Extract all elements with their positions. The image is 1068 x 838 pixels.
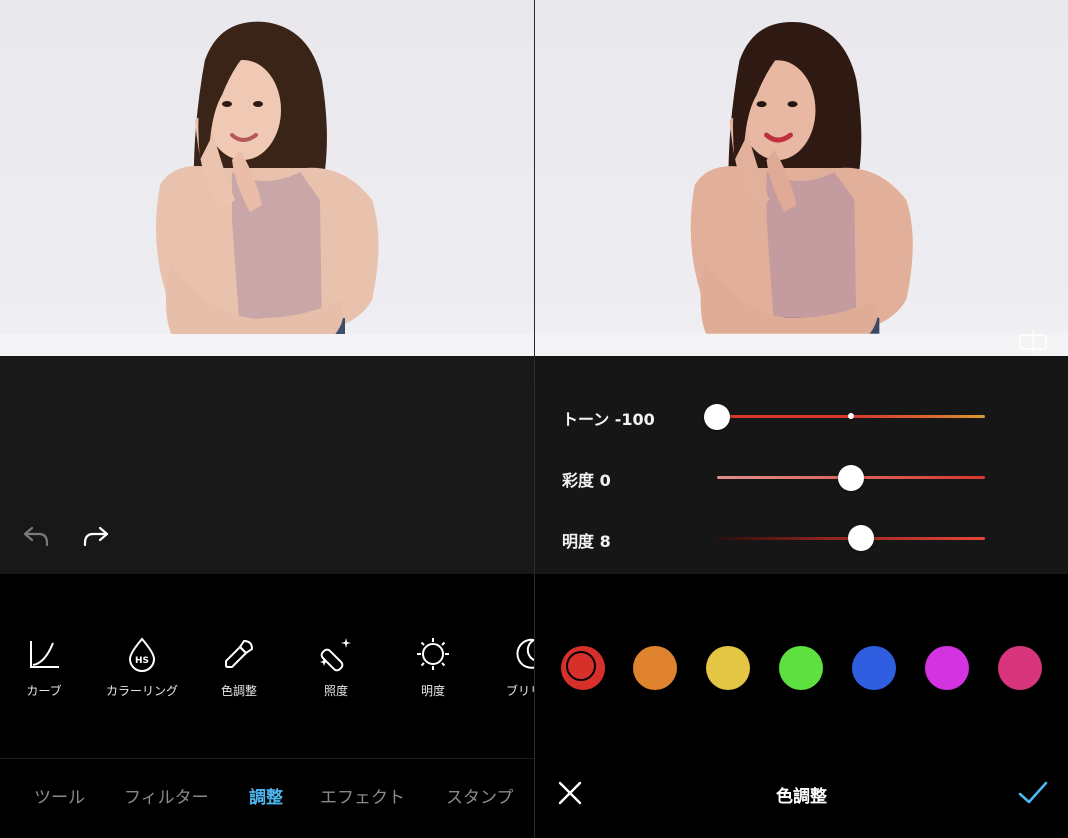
tool-label: ブリリア — [505, 684, 534, 698]
tab-effect[interactable]: エフェクト — [320, 783, 405, 808]
tab-adjust[interactable]: 調整 — [249, 783, 283, 808]
tool-label: 照度 — [323, 684, 348, 698]
tone-center-marker — [848, 413, 854, 419]
swatch-green[interactable] — [779, 646, 823, 690]
swatch-orange[interactable] — [633, 646, 677, 690]
svg-text:HS: HS — [135, 656, 149, 666]
swatch-yellow[interactable] — [706, 646, 750, 690]
undo-button[interactable] — [20, 520, 52, 552]
tool-label: カーブ — [26, 684, 62, 698]
moon-icon — [510, 634, 534, 674]
swatch-pink[interactable] — [998, 646, 1042, 690]
color-swatch-row — [535, 574, 1068, 758]
adjust-bottom-bar: 色調整 — [535, 758, 1068, 838]
category-tab-bar: ツール フィルター 調整 エフェクト スタンプ — [0, 758, 534, 838]
tab-filter[interactable]: フィルター — [124, 783, 209, 808]
saturation-label: 彩度 0 — [562, 471, 611, 490]
redo-button[interactable] — [80, 520, 112, 552]
saturation-slider-knob[interactable] — [838, 465, 864, 491]
tool-brilliance[interactable]: ブリリア — [470, 634, 534, 699]
curve-icon — [24, 634, 64, 674]
tool-label: 明度 — [420, 684, 445, 698]
photo-preview-adjusted — [535, 0, 1068, 356]
portrait-illustration — [0, 21, 534, 356]
photo-preview — [0, 0, 534, 356]
tab-tools[interactable]: ツール — [34, 783, 85, 808]
tone-label: トーン -100 — [562, 410, 655, 429]
eyedropper-icon — [219, 634, 259, 674]
checkmark-icon — [1018, 781, 1048, 804]
apply-button[interactable] — [1018, 780, 1048, 806]
sparkle-pen-icon — [316, 634, 356, 674]
redo-icon — [83, 526, 109, 547]
compare-button[interactable] — [1018, 330, 1048, 354]
panel-title: 色調整 — [776, 787, 827, 807]
undo-icon — [23, 526, 49, 547]
hs-droplet-icon: HS — [122, 634, 162, 674]
brightness-slider-knob[interactable] — [848, 525, 874, 551]
tool-label: カラーリング — [105, 684, 178, 698]
brightness-label: 明度 8 — [562, 532, 611, 551]
swatch-red[interactable] — [561, 646, 605, 690]
left-editor-panel: カーブ HS カラーリング 色調整 照度 明度 ブリ ツール フィルター 調整 … — [0, 0, 534, 838]
tool-label: 色調整 — [220, 684, 257, 698]
color-adjust-sliders: トーン -100 彩度 0 明度 8 — [535, 380, 1068, 574]
right-editor-panel: トーン -100 彩度 0 明度 8 色調整 — [535, 0, 1068, 838]
adjust-tools-row: カーブ HS カラーリング 色調整 照度 明度 ブリ — [0, 574, 534, 758]
swatch-blue[interactable] — [852, 646, 896, 690]
swatch-magenta[interactable] — [925, 646, 969, 690]
tab-stamp[interactable]: スタンプ — [446, 783, 514, 808]
portrait-illustration — [535, 21, 1068, 356]
compare-icon — [1019, 331, 1047, 353]
divider-strip — [535, 356, 1068, 380]
sun-icon — [413, 634, 453, 674]
tone-slider-knob[interactable] — [704, 404, 730, 430]
